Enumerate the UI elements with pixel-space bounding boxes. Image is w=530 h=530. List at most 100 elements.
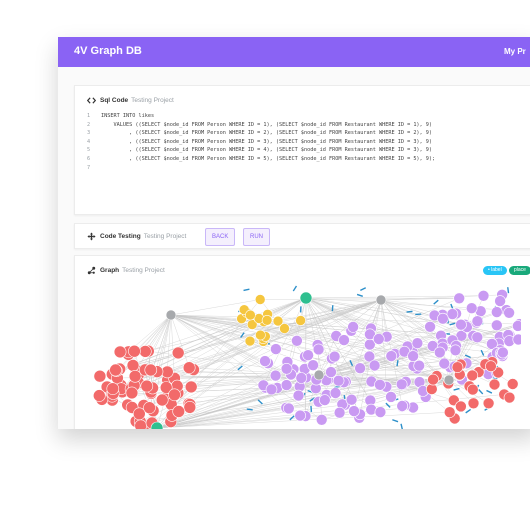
graph-node[interactable] (138, 345, 152, 358)
graph-node[interactable] (294, 409, 306, 422)
graph-node[interactable] (466, 383, 479, 396)
graph-node[interactable] (93, 389, 106, 402)
graph-node[interactable] (109, 363, 122, 377)
graph-node[interactable] (292, 389, 305, 402)
graph-node[interactable] (168, 388, 181, 402)
graph-node[interactable] (280, 363, 293, 375)
graph-node[interactable] (433, 346, 446, 359)
graph-node[interactable] (254, 294, 266, 305)
graph-node[interactable] (407, 350, 419, 362)
graph-node[interactable] (451, 361, 464, 373)
graph-node[interactable] (471, 315, 484, 328)
run-button[interactable]: RUN (243, 228, 270, 246)
graph-node[interactable] (497, 346, 509, 359)
graph-hub-node[interactable] (165, 309, 177, 321)
graph-node[interactable] (453, 292, 466, 305)
project-menu[interactable]: My Pr (504, 47, 526, 56)
graph-hub-node[interactable] (443, 374, 455, 386)
graph-node[interactable] (395, 378, 408, 391)
graph-node[interactable] (265, 383, 278, 396)
graph-node[interactable] (437, 312, 449, 325)
graph-node[interactable] (411, 337, 424, 350)
graph-node[interactable] (106, 382, 120, 395)
graph-node[interactable] (338, 334, 350, 346)
graph-node[interactable] (307, 359, 319, 371)
graph-node[interactable] (329, 387, 342, 399)
graph-hub-node[interactable] (313, 369, 325, 381)
graph-node[interactable] (449, 344, 462, 357)
graph-node[interactable] (488, 378, 501, 391)
graph-node[interactable] (471, 331, 484, 344)
graph-node[interactable] (319, 394, 331, 406)
graph-node[interactable] (143, 401, 156, 414)
graph-node[interactable] (482, 397, 495, 410)
graph-node[interactable] (155, 393, 169, 407)
graph-node[interactable] (93, 369, 107, 383)
graph-node[interactable] (512, 320, 521, 332)
graph-node[interactable] (372, 333, 385, 345)
graph-node[interactable] (291, 334, 303, 347)
graph-node[interactable] (374, 406, 387, 418)
graph-node[interactable] (465, 302, 478, 315)
graph-node[interactable] (333, 406, 346, 419)
graph-node[interactable] (279, 323, 290, 334)
graph-node[interactable] (184, 380, 198, 394)
graph-node[interactable] (455, 318, 467, 331)
graph-node[interactable] (126, 359, 140, 372)
graph-node[interactable] (345, 393, 358, 406)
graph-node[interactable] (374, 379, 386, 391)
graph-node[interactable] (503, 391, 516, 404)
graph-node[interactable] (125, 386, 139, 400)
graph-node[interactable] (332, 374, 345, 387)
graph-node[interactable] (312, 343, 325, 356)
graph-node[interactable] (134, 419, 147, 429)
graph-node[interactable] (244, 335, 256, 347)
graph-node[interactable] (245, 309, 256, 321)
graph-node[interactable] (255, 329, 266, 341)
legend-badge-label[interactable]: • label (483, 266, 507, 275)
graph-node[interactable] (466, 369, 479, 382)
graph-node[interactable] (443, 406, 456, 418)
graph-node[interactable] (171, 346, 185, 360)
graph-node[interactable] (427, 373, 439, 386)
graph-node[interactable] (477, 290, 490, 302)
sql-editor[interactable]: 1 INSERT INTO likes 2 VALUES ((SELECT $nod… (87, 112, 435, 172)
graph-node[interactable] (348, 405, 360, 417)
graph-node[interactable] (455, 400, 467, 413)
graph-node[interactable] (506, 378, 519, 390)
graph-node[interactable] (325, 366, 337, 378)
graph-node[interactable] (467, 397, 480, 410)
graph-node[interactable] (385, 391, 397, 403)
graph-node[interactable] (183, 401, 197, 414)
graph-node[interactable] (128, 344, 141, 358)
graph-node[interactable] (385, 350, 398, 362)
graph-node[interactable] (182, 361, 196, 374)
graph-node[interactable] (354, 362, 366, 374)
graph-node[interactable] (503, 306, 515, 319)
graph-node[interactable] (302, 349, 314, 361)
graph-hub-node[interactable] (375, 294, 387, 306)
graph-hub-node[interactable] (299, 291, 313, 305)
graph-node[interactable] (396, 400, 409, 412)
graph-node[interactable] (413, 359, 426, 372)
graph-node[interactable] (328, 350, 341, 363)
graph-node[interactable] (347, 321, 359, 333)
graph-canvas[interactable] (91, 280, 521, 429)
graph-node[interactable] (172, 405, 185, 418)
graph-node[interactable] (295, 372, 308, 384)
graph-node[interactable] (315, 414, 328, 426)
graph-node[interactable] (269, 369, 282, 382)
graph-node[interactable] (144, 363, 158, 377)
graph-node[interactable] (259, 355, 271, 367)
graph-node[interactable] (270, 343, 282, 355)
graph-node[interactable] (424, 320, 436, 333)
legend-badge-place[interactable]: place (509, 266, 530, 275)
graph-node[interactable] (140, 379, 154, 393)
graph-node[interactable] (490, 319, 503, 332)
graph-node[interactable] (283, 402, 295, 415)
graph-node[interactable] (261, 314, 273, 326)
graph-node[interactable] (280, 379, 293, 391)
graph-node[interactable] (128, 370, 142, 383)
graph-node[interactable] (368, 359, 381, 372)
graph-node[interactable] (512, 333, 521, 346)
